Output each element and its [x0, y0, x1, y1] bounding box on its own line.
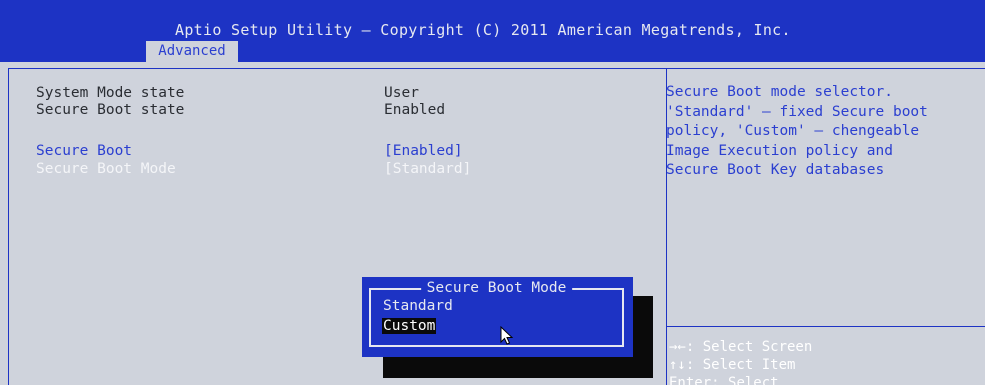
mouse-pointer-icon: [500, 326, 514, 345]
system-mode-state-value: User: [384, 85, 419, 101]
key-action: Select Item: [702, 357, 796, 373]
help-line: Secure Boot mode selector.: [666, 84, 893, 100]
help-line: 'Standard' – fixed Secure boot: [666, 103, 928, 120]
app-title: Aptio Setup Utility – Copyright (C) 2011…: [175, 21, 791, 39]
help-line: Secure Boot Key databases: [666, 162, 885, 178]
help-line: policy, 'Custom' – chengeable: [666, 123, 920, 139]
popup-option-standard[interactable]: Standard: [382, 298, 454, 314]
secure-boot-mode-label[interactable]: Secure Boot Mode: [36, 161, 176, 177]
tab-advanced[interactable]: Advanced: [146, 41, 238, 62]
key-action: Select Screen: [702, 339, 813, 355]
secure-boot-mode-value[interactable]: [Standard]: [384, 161, 471, 177]
help-description: Secure Boot mode selector. 'Standard' – …: [666, 83, 984, 181]
help-divider: [666, 326, 985, 327]
key-hint-select-screen: →←: Select Screen: [669, 339, 813, 355]
secure-boot-state-label: Secure Boot state: [36, 102, 185, 118]
arrows-up-down-icon: ↑↓: [669, 357, 686, 373]
popup-option-custom[interactable]: Custom: [382, 318, 437, 334]
key-name: Enter: [669, 375, 712, 385]
popup-title: Secure Boot Mode: [420, 280, 573, 296]
key-action: Select: [728, 375, 779, 385]
secure-boot-value[interactable]: [Enabled]: [384, 143, 463, 159]
secure-boot-label[interactable]: Secure Boot: [36, 143, 132, 159]
arrows-left-right-icon: →←: [669, 339, 686, 355]
secure-boot-state-value: Enabled: [384, 102, 446, 118]
help-panel: Secure Boot mode selector. 'Standard' – …: [666, 68, 985, 385]
secure-boot-mode-popup: Secure Boot Mode Standard Custom: [362, 277, 633, 357]
system-mode-state-label: System Mode state: [36, 85, 185, 101]
key-hint-select-item: ↑↓: Select Item: [669, 357, 796, 373]
bios-screen: Aptio Setup Utility – Copyright (C) 2011…: [0, 0, 985, 385]
header-bar: Aptio Setup Utility – Copyright (C) 2011…: [0, 0, 985, 62]
help-line: Image Execution policy and: [666, 142, 893, 159]
key-hint-enter-select: Enter: Select: [669, 375, 779, 385]
